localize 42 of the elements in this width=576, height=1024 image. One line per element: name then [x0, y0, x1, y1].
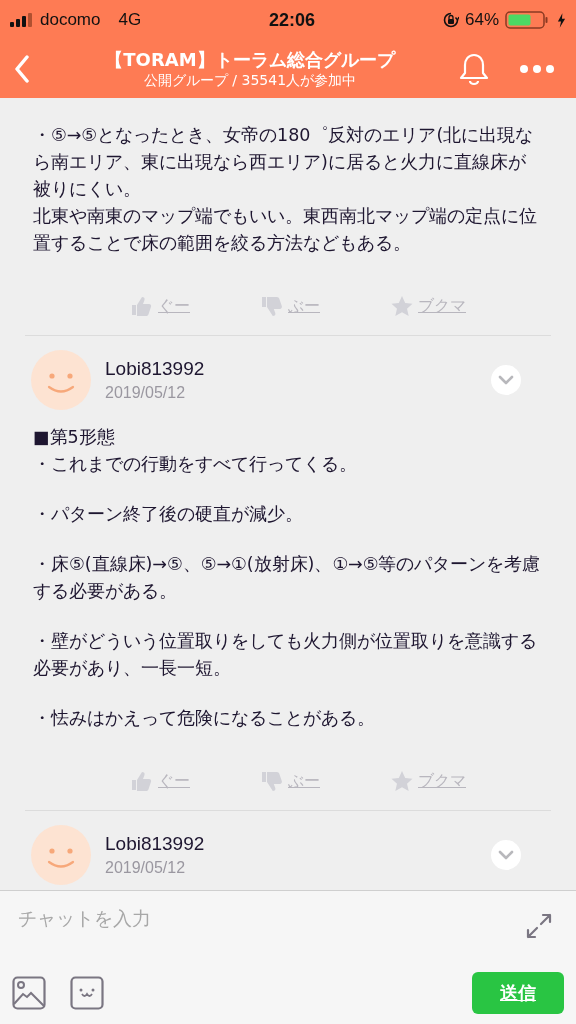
battery-icon — [505, 11, 551, 29]
clock-time: 22:06 — [269, 9, 316, 31]
reaction-link[interactable]: ブクマ — [418, 770, 466, 792]
post-date: 2019/05/12 — [105, 859, 187, 877]
star-icon[interactable] — [390, 295, 414, 317]
thumbs-up-icon[interactable] — [130, 295, 154, 317]
back-icon[interactable] — [14, 55, 30, 83]
avatar — [31, 350, 91, 410]
group-subtitle: 公開グループ / 35541人が参加中 — [143, 72, 357, 90]
send-button[interactable]: 送信 — [472, 972, 564, 1014]
emoticon-icon[interactable] — [70, 976, 104, 1010]
signal-icon — [10, 13, 34, 27]
post-date: 2019/05/12 — [105, 384, 187, 402]
post-text: ・パターン終了後の硬直が減少。 — [33, 503, 304, 526]
author-name: Lobi813992 — [105, 833, 206, 855]
rotation-lock-icon — [442, 12, 459, 28]
image-icon[interactable] — [12, 976, 46, 1010]
dropdown-icon[interactable] — [491, 840, 521, 870]
battery-percent: 64% — [464, 10, 499, 30]
post-text: ■第5形態 — [33, 426, 116, 449]
star-icon[interactable] — [390, 770, 414, 792]
chat-input-field[interactable]: チャットを入力 — [18, 903, 526, 933]
thumbs-down-icon[interactable] — [260, 295, 284, 317]
carrier-name: docomo — [40, 10, 101, 30]
avatar — [31, 825, 91, 885]
author-name: Lobi813992 — [105, 358, 206, 380]
post-text: ・これまでの行動をすべて行ってくる。 — [33, 453, 358, 476]
thumbs-up-icon[interactable] — [130, 770, 154, 792]
post-text: ・怯みはかえって危険になることがある。 — [33, 707, 376, 730]
post-text: ・床⑤(直線床)→⑤、⑤→①(放射床)、①→⑤等のパターンを考慮する必要がある。 — [33, 553, 542, 603]
thumbs-down-icon[interactable] — [260, 770, 284, 792]
expand-icon[interactable] — [526, 913, 552, 939]
reaction-link[interactable]: ブクマ — [418, 295, 466, 317]
network-type: 4G — [118, 10, 142, 30]
group-title: 【TORAM】トーラム総合グループ — [105, 48, 395, 72]
dropdown-icon[interactable] — [491, 365, 521, 395]
charging-icon — [557, 12, 566, 28]
bell-icon[interactable] — [458, 52, 490, 86]
more-icon[interactable] — [520, 64, 554, 74]
post-text: ・壁がどういう位置取りをしても火力側が位置取りを意識する必要があり、一長一短。 — [33, 630, 538, 680]
post-text: ・⑤→⑤となったとき、女帝の180゜反対のエリア(北に出現なら南エリア、東に出現なら西エリア)に居ると火力に直線床が被りにくい。 — [33, 124, 535, 201]
post-text: 北東や南東のマップ端でもいい。東西南北マップ端の定点に位置することで床の範囲を絞る方法などもある。 — [33, 205, 538, 255]
